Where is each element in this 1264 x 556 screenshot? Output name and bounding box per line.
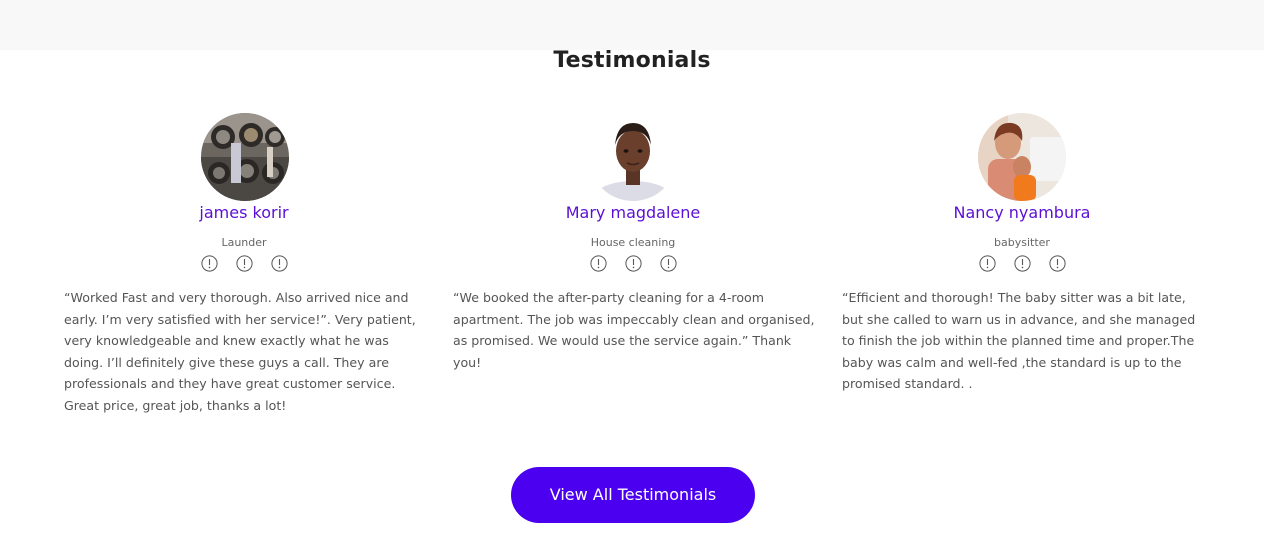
view-all-testimonials-button[interactable]: View All Testimonials	[511, 467, 755, 523]
exclamation-circle-icon	[659, 255, 677, 272]
avatar	[201, 113, 289, 201]
rating	[453, 255, 813, 272]
top-nav-bar	[0, 0, 1264, 50]
exclamation-circle-icon	[200, 255, 218, 272]
exclamation-circle-icon	[1013, 255, 1031, 272]
exclamation-circle-icon	[270, 255, 288, 272]
exclamation-circle-icon	[589, 255, 607, 272]
section-title: Testimonials	[553, 48, 711, 73]
rating	[842, 255, 1202, 272]
reviewer-role: babysitter	[994, 236, 1050, 249]
reviewer-name[interactable]: Nancy nyambura	[842, 203, 1202, 222]
reviewer-role: Launder	[221, 236, 267, 249]
avatar	[589, 113, 677, 201]
testimonial-quote: “Worked Fast and very thorough. Also arr…	[64, 290, 416, 413]
exclamation-circle-icon	[235, 255, 253, 272]
reviewer-name[interactable]: james korir	[64, 203, 424, 222]
exclamation-circle-icon	[1048, 255, 1066, 272]
testimonial-quote: “We booked the after-party cleaning for …	[453, 290, 815, 370]
reviewer-role: House cleaning	[590, 236, 676, 249]
exclamation-circle-icon	[978, 255, 996, 272]
avatar	[978, 113, 1066, 201]
rating	[64, 255, 424, 272]
reviewer-name[interactable]: Mary magdalene	[453, 203, 813, 222]
exclamation-circle-icon	[624, 255, 642, 272]
testimonial-quote: “Efficient and thorough! The baby sitter…	[842, 290, 1196, 391]
